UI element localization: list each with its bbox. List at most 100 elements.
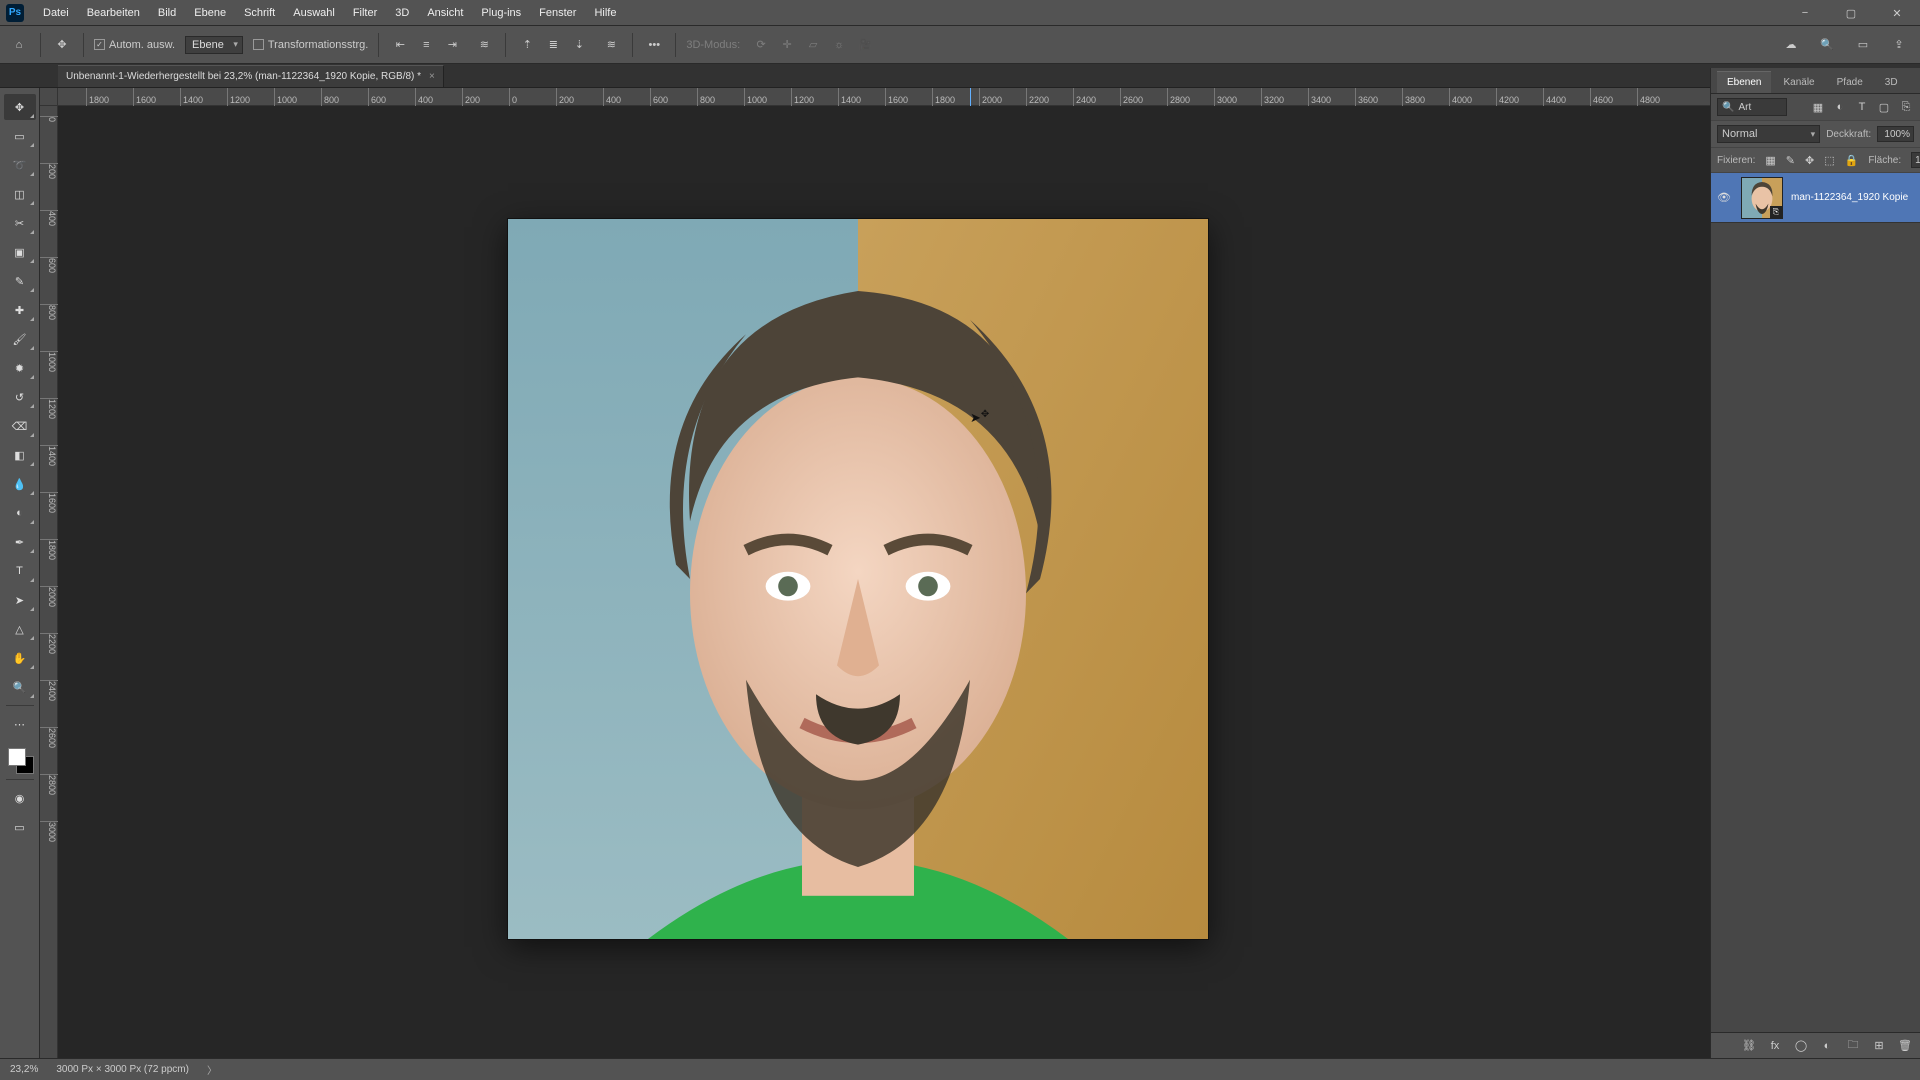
color-swatches[interactable] (6, 746, 34, 774)
move-tool[interactable]: ✥ (4, 94, 36, 120)
window-maximize-button[interactable]: ▢ (1828, 0, 1874, 26)
shape-tool[interactable]: △ (4, 616, 36, 642)
object-select-tool[interactable]: ◫ (4, 181, 36, 207)
layer-fx-button[interactable]: fx (1768, 1039, 1782, 1053)
brush-tool[interactable]: 🖌 (4, 326, 36, 352)
horizontal-ruler[interactable]: 1800160014001200100080060040020002004006… (58, 88, 1710, 106)
new-group-button[interactable]: 🗀 (1846, 1039, 1860, 1053)
auto-select-checkbox[interactable]: ✓ Autom. ausw. (94, 39, 175, 51)
zoom-tool[interactable]: 🔍 (4, 674, 36, 700)
blur-tool[interactable]: 💧 (4, 471, 36, 497)
distribute-v-button[interactable]: ≋ (600, 34, 622, 56)
document-tab[interactable]: Unbenannt-1-Wiederhergestellt bei 23,2% … (58, 65, 444, 87)
document-tab-close-button[interactable]: × (429, 71, 435, 82)
filter-pixel-button[interactable]: ▦ (1810, 99, 1826, 115)
canvas-viewport[interactable]: ➤ ✥ (58, 106, 1710, 1058)
clone-stamp-tool[interactable]: ✹ (4, 355, 36, 381)
vertical-ruler[interactable]: 0200400600800100012001400160018002000220… (40, 106, 58, 1058)
layer-filter-kind-dropdown[interactable]: 🔍 Art (1717, 98, 1787, 116)
lock-nesting-button[interactable]: ⬚ (1824, 153, 1834, 167)
ruler-tick: 400 (415, 88, 433, 106)
new-layer-button[interactable]: ⊞ (1872, 1039, 1886, 1053)
crop-tool[interactable]: ✂ (4, 210, 36, 236)
status-zoom-field[interactable]: 23,2% (10, 1064, 38, 1075)
current-tool-icon[interactable]: ✥ (51, 34, 73, 56)
align-top-button[interactable]: ⇡ (516, 34, 538, 56)
link-layers-button[interactable]: ⛓ (1742, 1039, 1756, 1053)
menu-bearbeiten[interactable]: Bearbeiten (78, 0, 149, 26)
ruler-origin-button[interactable] (40, 88, 58, 106)
align-right-button[interactable]: ⇥ (441, 34, 463, 56)
window-close-button[interactable]: ✕ (1874, 0, 1920, 26)
menu-datei[interactable]: Datei (34, 0, 78, 26)
menu-bild[interactable]: Bild (149, 0, 185, 26)
panel-tab-pfade[interactable]: Pfade (1827, 72, 1873, 93)
lock-transparency-button[interactable]: ▦ (1765, 153, 1775, 167)
path-select-tool[interactable]: ➤ (4, 587, 36, 613)
panel-tab-kanaele[interactable]: Kanäle (1773, 72, 1824, 93)
align-vcenter-button[interactable]: ≣ (542, 34, 564, 56)
history-brush-tool[interactable]: ↺ (4, 384, 36, 410)
align-hcenter-button[interactable]: ≡ (415, 34, 437, 56)
document-canvas[interactable] (508, 219, 1208, 939)
lock-all-button[interactable]: 🔒 (1845, 153, 1859, 167)
quick-mask-button[interactable]: ◉ (4, 785, 36, 811)
layer-thumbnail[interactable]: ⎘ (1741, 177, 1783, 219)
arrange-button[interactable]: ▭ (1852, 34, 1874, 56)
window-minimize-button[interactable]: − (1782, 0, 1828, 26)
menu-schrift[interactable]: Schrift (235, 0, 284, 26)
opacity-field[interactable]: 100% (1877, 126, 1914, 142)
layer-visibility-toggle[interactable]: 👁 (1717, 191, 1733, 204)
panel-tab-3d[interactable]: 3D (1875, 72, 1908, 93)
cloud-docs-button[interactable]: ☁ (1780, 34, 1802, 56)
panel-tab-ebenen[interactable]: Ebenen (1717, 71, 1771, 93)
layer-row[interactable]: 👁 ⎘ man-1122364_1920 Kopie (1711, 173, 1920, 223)
edit-toolbar-button[interactable]: ⋯ (4, 711, 36, 737)
fill-field[interactable]: 100% (1911, 152, 1920, 168)
frame-tool[interactable]: ▣ (4, 239, 36, 265)
distribute-button[interactable]: ≋ (473, 34, 495, 56)
foreground-color-swatch[interactable] (8, 748, 26, 766)
share-button[interactable]: ⇪ (1888, 34, 1910, 56)
gradient-tool[interactable]: ◧ (4, 442, 36, 468)
filter-smart-button[interactable]: ⎘ (1898, 99, 1914, 115)
hand-tool[interactable]: ✋ (4, 645, 36, 671)
menu-filter[interactable]: Filter (344, 0, 386, 26)
lock-position-button[interactable]: ✥ (1805, 153, 1814, 167)
type-tool[interactable]: T (4, 558, 36, 584)
align-bottom-button[interactable]: ⇣ (568, 34, 590, 56)
eraser-tool[interactable]: ⌫ (4, 413, 36, 439)
layer-list[interactable]: 👁 ⎘ man-1122364_1920 Kopie (1711, 173, 1920, 1032)
dodge-tool[interactable]: ◐ (4, 500, 36, 526)
filter-type-button[interactable]: T (1854, 99, 1870, 115)
more-align-button[interactable]: ••• (643, 34, 665, 56)
align-left-button[interactable]: ⇤ (389, 34, 411, 56)
marquee-tool[interactable]: ▭ (4, 123, 36, 149)
status-info-menu-button[interactable]: 〉 (207, 1062, 217, 1077)
spot-heal-tool[interactable]: ✚ (4, 297, 36, 323)
status-document-info[interactable]: 3000 Px × 3000 Px (72 ppcm) (56, 1064, 189, 1075)
menu-auswahl[interactable]: Auswahl (284, 0, 344, 26)
layer-name-label[interactable]: man-1122364_1920 Kopie (1791, 192, 1908, 203)
menu-3d[interactable]: 3D (386, 0, 418, 26)
pen-tool[interactable]: ✒ (4, 529, 36, 555)
lasso-tool[interactable]: ➰ (4, 152, 36, 178)
eyedropper-tool[interactable]: ✎ (4, 268, 36, 294)
adjustment-layer-button[interactable]: ◐ (1820, 1039, 1834, 1053)
auto-select-target-dropdown[interactable]: Ebene (185, 36, 243, 54)
filter-adjust-button[interactable]: ◐ (1832, 99, 1848, 115)
menu-plugins[interactable]: Plug-ins (472, 0, 530, 26)
search-button[interactable]: 🔍 (1816, 34, 1838, 56)
menu-ebene[interactable]: Ebene (185, 0, 235, 26)
blend-mode-dropdown[interactable]: Normal (1717, 125, 1820, 143)
menu-ansicht[interactable]: Ansicht (418, 0, 472, 26)
layer-mask-button[interactable]: ◯ (1794, 1039, 1808, 1053)
filter-shape-button[interactable]: ▢ (1876, 99, 1892, 115)
lock-paint-button[interactable]: ✎ (1786, 153, 1795, 167)
delete-layer-button[interactable]: 🗑 (1898, 1039, 1912, 1053)
menu-hilfe[interactable]: Hilfe (585, 0, 625, 26)
menu-fenster[interactable]: Fenster (530, 0, 585, 26)
home-button[interactable]: ⌂ (8, 34, 30, 56)
transform-controls-checkbox[interactable]: Transformationsstrg. (253, 39, 368, 51)
screen-mode-button[interactable]: ▭ (4, 814, 36, 840)
